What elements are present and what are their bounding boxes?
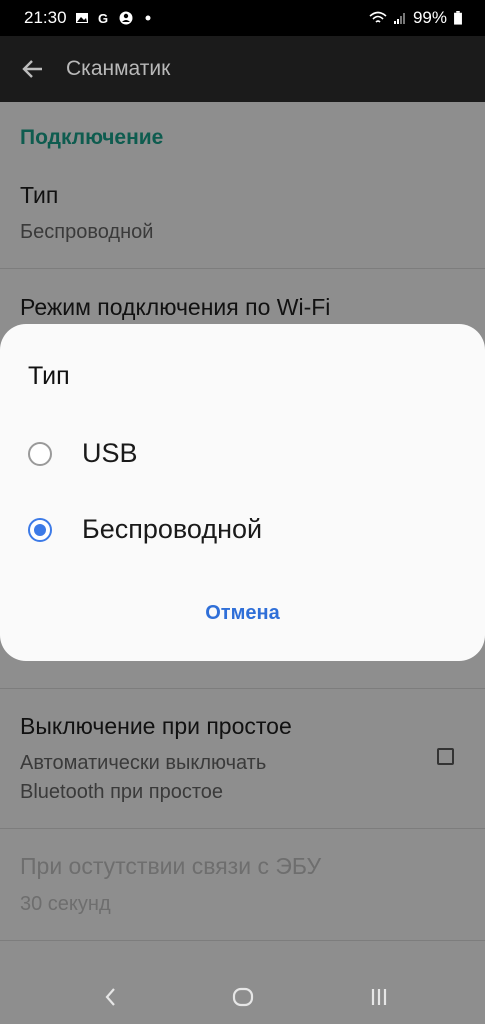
option-usb-label: USB bbox=[82, 438, 138, 468]
battery-icon bbox=[454, 11, 462, 25]
nav-home-icon[interactable] bbox=[228, 982, 258, 1012]
battery-percent: 99% bbox=[412, 8, 447, 27]
setting-idle-title[interactable]: Выключение при простое bbox=[20, 713, 292, 740]
setting-no-link-value: 30 секунд bbox=[20, 893, 111, 915]
setting-type-title[interactable]: Тип bbox=[20, 182, 58, 209]
status-right: 99% bbox=[369, 8, 463, 28]
signal-icon bbox=[393, 13, 405, 24]
section-header-connection: Подключение bbox=[20, 126, 164, 149]
setting-wifi-mode-title[interactable]: Режим подключения по Wi-Fi bbox=[20, 294, 330, 321]
dialog-title: Тип bbox=[28, 362, 70, 390]
divider bbox=[0, 828, 485, 829]
type-dialog: Тип USB Беспроводной Отмена bbox=[0, 324, 485, 661]
app-bar: Сканматик bbox=[0, 36, 485, 102]
dot-icon bbox=[145, 15, 151, 21]
status-left: 21:30 G bbox=[24, 8, 155, 28]
account-icon bbox=[119, 11, 133, 25]
nav-back-icon[interactable] bbox=[96, 982, 126, 1012]
navigation-bar bbox=[0, 968, 485, 1024]
option-wireless[interactable]: Беспроводной bbox=[0, 500, 485, 560]
radio-usb[interactable] bbox=[28, 442, 52, 466]
google-g-icon: G bbox=[98, 11, 108, 25]
svg-text:G: G bbox=[98, 11, 108, 25]
setting-no-link-title: При остутствии связи с ЭБУ bbox=[20, 853, 322, 879]
divider bbox=[0, 688, 485, 689]
status-time: 21:30 bbox=[24, 8, 67, 27]
divider bbox=[0, 940, 485, 941]
back-arrow-icon[interactable] bbox=[20, 56, 46, 82]
divider bbox=[0, 268, 485, 269]
radio-wireless[interactable] bbox=[28, 518, 52, 542]
setting-idle-sub-2: Bluetooth при простое bbox=[20, 781, 224, 803]
idle-checkbox[interactable] bbox=[437, 748, 454, 765]
nav-recents-icon[interactable] bbox=[364, 982, 394, 1012]
setting-idle-sub-1: Автоматически выключать bbox=[20, 752, 267, 774]
status-bar: 21:30 G 99% bbox=[0, 0, 485, 36]
app-title: Сканматик bbox=[66, 57, 171, 80]
option-wireless-label: Беспроводной bbox=[82, 514, 263, 544]
option-usb[interactable]: USB bbox=[0, 424, 485, 484]
wifi-icon bbox=[369, 11, 387, 23]
cancel-button[interactable]: Отмена bbox=[0, 602, 485, 625]
setting-type-value: Беспроводной bbox=[20, 221, 154, 243]
image-icon bbox=[75, 13, 88, 23]
